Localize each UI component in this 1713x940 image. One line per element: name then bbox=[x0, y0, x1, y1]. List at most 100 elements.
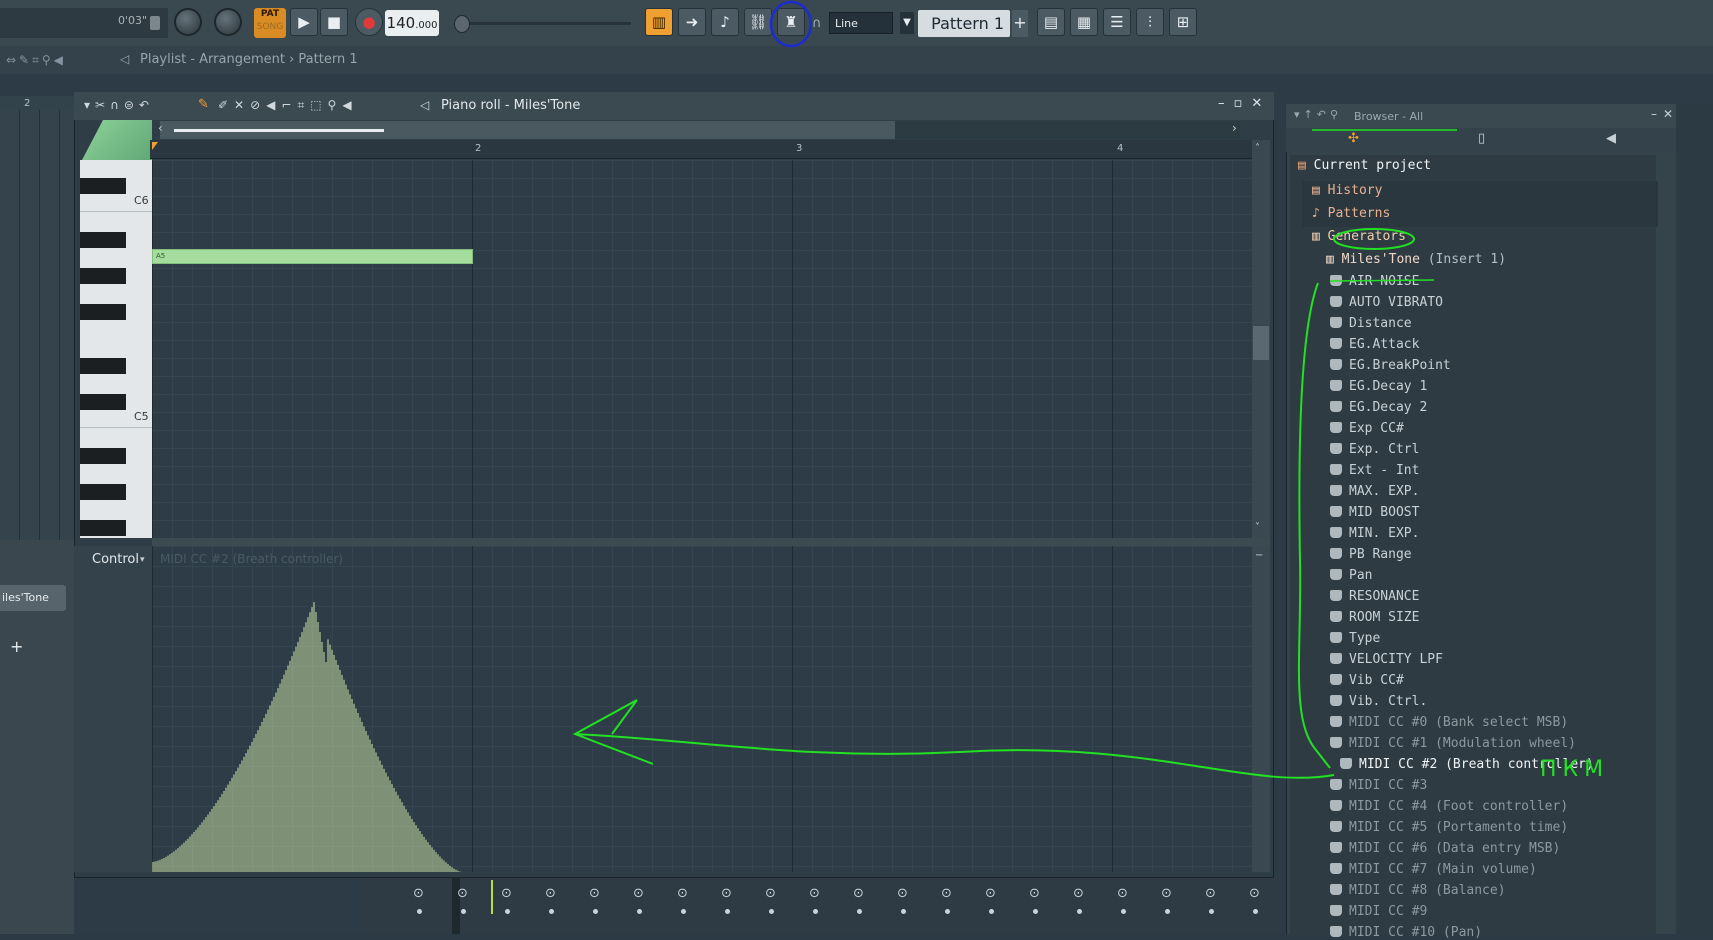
tree-instrument[interactable]: ▥ Miles'Tone (Insert 1) bbox=[1326, 252, 1506, 267]
parameter-item[interactable]: Type bbox=[1330, 631, 1380, 646]
parameter-item[interactable]: Ext - Int bbox=[1330, 463, 1419, 478]
parameter-item[interactable]: Vib CC# bbox=[1330, 673, 1404, 688]
clock-icon[interactable]: ⊙ bbox=[985, 886, 996, 901]
parameter-item[interactable]: MID BOOST bbox=[1330, 505, 1419, 520]
clock-icon[interactable]: ⊙ bbox=[1161, 886, 1172, 901]
parameter-item[interactable]: ROOM SIZE bbox=[1330, 610, 1419, 625]
black-key[interactable] bbox=[80, 178, 126, 194]
pattern-dropdown-arrow[interactable]: ▼ bbox=[900, 12, 914, 34]
channel-rack-button[interactable]: ☰ bbox=[1103, 8, 1131, 36]
parameter-item[interactable]: MIN. EXP. bbox=[1330, 526, 1419, 541]
piano-roll-tools-icon[interactable]: ▾✂∩⊜↶ bbox=[84, 98, 154, 112]
parameter-item[interactable]: VELOCITY LPF bbox=[1330, 652, 1443, 667]
scroll-left-icon[interactable]: ‹ bbox=[158, 121, 163, 135]
midi-cc-item[interactable]: MIDI CC #2 (Breath controller) bbox=[1340, 757, 1594, 772]
midi-cc-item[interactable]: MIDI CC #8 (Balance) bbox=[1330, 883, 1506, 898]
close-icon[interactable]: ✕ bbox=[1251, 96, 1271, 111]
clock-icon[interactable]: ⊙ bbox=[897, 886, 908, 901]
scroll-right-icon[interactable]: › bbox=[1232, 121, 1237, 135]
metronome-button[interactable]: ♜ bbox=[777, 8, 805, 36]
clock-icon[interactable]: ⊙ bbox=[1205, 886, 1216, 901]
playlist-window-button[interactable]: ▤ bbox=[1037, 8, 1065, 36]
clock-icon[interactable]: ⊙ bbox=[765, 886, 776, 901]
snap-select[interactable]: Line bbox=[829, 12, 893, 34]
vertical-scroll-handle[interactable] bbox=[1253, 326, 1269, 360]
parameter-item[interactable]: RESONANCE bbox=[1330, 589, 1419, 604]
clock-icon[interactable]: ⊙ bbox=[677, 886, 688, 901]
pat-song-toggle[interactable]: PAT SONG bbox=[254, 8, 286, 38]
window-controls[interactable]: –▫✕ bbox=[1218, 96, 1271, 111]
clock-icon[interactable]: ⊙ bbox=[457, 886, 468, 901]
scrollbar-track[interactable] bbox=[895, 121, 1240, 139]
parameter-item[interactable]: EG.Decay 2 bbox=[1330, 400, 1427, 415]
clock-icon[interactable]: ⊙ bbox=[809, 886, 820, 901]
lock-icon[interactable] bbox=[150, 16, 160, 30]
piano-keyboard[interactable] bbox=[80, 160, 152, 538]
note-a5[interactable]: A5 bbox=[152, 249, 473, 264]
clock-icon[interactable]: ⊙ bbox=[1249, 886, 1260, 901]
black-key[interactable] bbox=[80, 268, 126, 284]
midi-cc-item[interactable]: MIDI CC #5 (Portamento time) bbox=[1330, 820, 1568, 835]
link-controller-button[interactable]: ⛓ bbox=[744, 8, 772, 36]
tempo-display[interactable]: 140.000 bbox=[385, 10, 439, 36]
clock-icon[interactable]: ⊙ bbox=[941, 886, 952, 901]
breath-envelope[interactable] bbox=[152, 546, 1252, 872]
channel-button-miles-tone[interactable]: iles'Tone bbox=[0, 585, 66, 611]
midi-cc-item[interactable]: MIDI CC #3 bbox=[1330, 778, 1427, 793]
note-grid[interactable] bbox=[152, 160, 1252, 538]
parameter-item[interactable]: Distance bbox=[1330, 316, 1412, 331]
midi-cc-item[interactable]: MIDI CC #9 bbox=[1330, 904, 1427, 919]
midi-cc-item[interactable]: MIDI CC #0 (Bank select MSB) bbox=[1330, 715, 1568, 730]
minus-icon[interactable]: − bbox=[1255, 550, 1263, 561]
horizontal-scroll-handle[interactable] bbox=[174, 129, 384, 132]
slider-handle[interactable] bbox=[454, 15, 470, 33]
clock-icon[interactable]: ⊙ bbox=[1117, 886, 1128, 901]
parameter-item[interactable]: Pan bbox=[1330, 568, 1372, 583]
speaker-icon[interactable]: ◀ bbox=[1606, 131, 1616, 146]
scroll-down-icon[interactable]: ˅ bbox=[1255, 522, 1260, 533]
piano-roll-window-button[interactable]: ▦ bbox=[1070, 8, 1098, 36]
piano-roll-ruler[interactable] bbox=[150, 140, 1252, 159]
tree-patterns[interactable]: ♪ Patterns bbox=[1312, 206, 1390, 221]
browser-sort-icon[interactable]: ✣ bbox=[1348, 131, 1359, 146]
playlist-tools-icon[interactable]: ⇔✎⌗⚲◀ bbox=[6, 53, 66, 68]
clock-icon[interactable]: ⊙ bbox=[721, 886, 732, 901]
clock-icon[interactable]: ⊙ bbox=[413, 886, 424, 901]
add-channel-button[interactable]: + bbox=[10, 637, 23, 656]
black-key[interactable] bbox=[80, 304, 126, 320]
black-key[interactable] bbox=[80, 358, 126, 374]
browser-button[interactable]: ⊞ bbox=[1169, 8, 1197, 36]
black-key[interactable] bbox=[80, 484, 126, 500]
midi-cc-item[interactable]: MIDI CC #6 (Data entry MSB) bbox=[1330, 841, 1560, 856]
midi-cc-item[interactable]: MIDI CC #4 (Foot controller) bbox=[1330, 799, 1568, 814]
parameter-item[interactable]: EG.BreakPoint bbox=[1330, 358, 1451, 373]
browser-nav-icon[interactable]: ▾↑↶⚲ bbox=[1294, 108, 1342, 121]
black-key[interactable] bbox=[80, 394, 126, 410]
master-pitch-slider[interactable] bbox=[456, 22, 631, 25]
maximize-icon[interactable]: ▫ bbox=[1234, 96, 1252, 111]
clock-icon[interactable]: ⊙ bbox=[589, 886, 600, 901]
parameter-item[interactable]: AUTO VIBRATO bbox=[1330, 295, 1443, 310]
minimize-icon[interactable]: – bbox=[1651, 107, 1663, 121]
tree-history[interactable]: ▤ History bbox=[1312, 183, 1382, 198]
file-icon[interactable]: ▯ bbox=[1478, 131, 1485, 146]
parameter-item[interactable]: Vib. Ctrl. bbox=[1330, 694, 1427, 709]
parameter-item[interactable]: AIR NOISE bbox=[1330, 274, 1419, 289]
midi-cc-item[interactable]: MIDI CC #7 (Main volume) bbox=[1330, 862, 1537, 877]
browser-title[interactable]: Browser - All bbox=[1354, 110, 1423, 123]
typing-keyboard-button[interactable]: ▥ bbox=[645, 8, 673, 36]
main-volume-knob[interactable] bbox=[174, 8, 202, 36]
clock-icon[interactable]: ⊙ bbox=[1029, 886, 1040, 901]
pencil-icon[interactable]: ✎ bbox=[198, 97, 209, 112]
play-button[interactable]: ▶ bbox=[290, 8, 318, 36]
add-pattern-button[interactable]: + bbox=[1012, 10, 1028, 37]
control-dropdown[interactable]: Control bbox=[92, 552, 139, 567]
parameter-item[interactable]: EG.Decay 1 bbox=[1330, 379, 1427, 394]
event-scrollbar[interactable] bbox=[1252, 546, 1270, 872]
clock-icon[interactable]: ⊙ bbox=[633, 886, 644, 901]
pattern-selector[interactable]: Pattern 1 bbox=[918, 10, 1010, 37]
stop-button[interactable]: ■ bbox=[320, 8, 348, 36]
edit-tools-icon[interactable]: ✐✕⊘◀⌐⌗⬚⚲◀ bbox=[218, 98, 358, 113]
parameter-item[interactable]: EG.Attack bbox=[1330, 337, 1419, 352]
clock-icon[interactable]: ⊙ bbox=[853, 886, 864, 901]
